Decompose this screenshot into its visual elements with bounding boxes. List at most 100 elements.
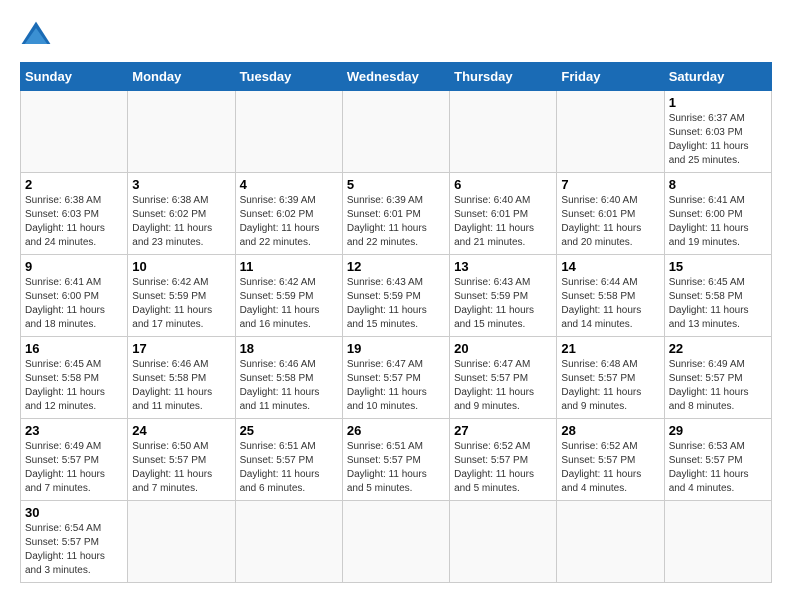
calendar-header: SundayMondayTuesdayWednesdayThursdayFrid…: [21, 63, 772, 91]
day-number: 9: [25, 259, 123, 274]
day-number: 28: [561, 423, 659, 438]
day-info: Sunrise: 6:49 AM Sunset: 5:57 PM Dayligh…: [669, 358, 767, 414]
page-header: [20, 20, 772, 52]
calendar-cell: 24 Sunrise: 6:50 AM Sunset: 5:57 PM Dayli…: [128, 419, 235, 501]
day-info: Sunrise: 6:45 AM Sunset: 5:58 PM Dayligh…: [669, 276, 767, 332]
day-number: 3: [132, 177, 230, 192]
day-number: 24: [132, 423, 230, 438]
day-number: 17: [132, 341, 230, 356]
calendar-cell: [557, 91, 664, 173]
day-number: 12: [347, 259, 445, 274]
day-number: 5: [347, 177, 445, 192]
day-number: 1: [669, 95, 767, 110]
day-info: Sunrise: 6:43 AM Sunset: 5:59 PM Dayligh…: [454, 276, 552, 332]
calendar-cell: 15 Sunrise: 6:45 AM Sunset: 5:58 PM Dayli…: [664, 255, 771, 337]
calendar-cell: 19 Sunrise: 6:47 AM Sunset: 5:57 PM Dayli…: [342, 337, 449, 419]
day-info: Sunrise: 6:47 AM Sunset: 5:57 PM Dayligh…: [454, 358, 552, 414]
calendar-cell: 26Sunrise: 6:51 AM Sunset: 5:57 PM Dayli…: [342, 419, 449, 501]
day-number: 13: [454, 259, 552, 274]
calendar-cell: 3 Sunrise: 6:38 AM Sunset: 6:02 PM Daylig…: [128, 173, 235, 255]
day-number: 29: [669, 423, 767, 438]
day-of-week-header: Saturday: [664, 63, 771, 91]
calendar-cell: 9 Sunrise: 6:41 AM Sunset: 6:00 PM Daylig…: [21, 255, 128, 337]
day-info: Sunrise: 6:50 AM Sunset: 5:57 PM Dayligh…: [132, 440, 230, 496]
calendar-cell: 2 Sunrise: 6:38 AM Sunset: 6:03 PM Daylig…: [21, 173, 128, 255]
day-number: 21: [561, 341, 659, 356]
day-info: Sunrise: 6:42 AM Sunset: 5:59 PM Dayligh…: [240, 276, 338, 332]
calendar-cell: 7 Sunrise: 6:40 AM Sunset: 6:01 PM Daylig…: [557, 173, 664, 255]
calendar-cell: [128, 501, 235, 583]
calendar-week-row: 9 Sunrise: 6:41 AM Sunset: 6:00 PM Daylig…: [21, 255, 772, 337]
day-number: 8: [669, 177, 767, 192]
calendar-cell: 5Sunrise: 6:39 AM Sunset: 6:01 PM Daylig…: [342, 173, 449, 255]
day-info: Sunrise: 6:52 AM Sunset: 5:57 PM Dayligh…: [561, 440, 659, 496]
calendar-cell: [664, 501, 771, 583]
calendar-cell: 11Sunrise: 6:42 AM Sunset: 5:59 PM Dayli…: [235, 255, 342, 337]
logo: [20, 20, 58, 52]
day-info: Sunrise: 6:44 AM Sunset: 5:58 PM Dayligh…: [561, 276, 659, 332]
day-info: Sunrise: 6:41 AM Sunset: 6:00 PM Dayligh…: [25, 276, 123, 332]
calendar-table: SundayMondayTuesdayWednesdayThursdayFrid…: [20, 62, 772, 583]
calendar-cell: 20 Sunrise: 6:47 AM Sunset: 5:57 PM Dayli…: [450, 337, 557, 419]
calendar-cell: [450, 91, 557, 173]
day-number: 18: [240, 341, 338, 356]
calendar-cell: [557, 501, 664, 583]
calendar-cell: 13 Sunrise: 6:43 AM Sunset: 5:59 PM Dayli…: [450, 255, 557, 337]
day-info: Sunrise: 6:43 AM Sunset: 5:59 PM Dayligh…: [347, 276, 445, 332]
calendar-cell: 22 Sunrise: 6:49 AM Sunset: 5:57 PM Dayli…: [664, 337, 771, 419]
day-number: 22: [669, 341, 767, 356]
day-info: Sunrise: 6:53 AM Sunset: 5:57 PM Dayligh…: [669, 440, 767, 496]
day-of-week-header: Tuesday: [235, 63, 342, 91]
calendar-cell: 21 Sunrise: 6:48 AM Sunset: 5:57 PM Dayli…: [557, 337, 664, 419]
day-info: Sunrise: 6:40 AM Sunset: 6:01 PM Dayligh…: [561, 194, 659, 250]
day-number: 25: [240, 423, 338, 438]
day-info: Sunrise: 6:38 AM Sunset: 6:02 PM Dayligh…: [132, 194, 230, 250]
day-number: 20: [454, 341, 552, 356]
calendar-cell: [342, 501, 449, 583]
day-of-week-header: Friday: [557, 63, 664, 91]
calendar-week-row: 1Sunrise: 6:37 AM Sunset: 6:03 PM Daylig…: [21, 91, 772, 173]
day-info: Sunrise: 6:40 AM Sunset: 6:01 PM Dayligh…: [454, 194, 552, 250]
day-info: Sunrise: 6:38 AM Sunset: 6:03 PM Dayligh…: [25, 194, 123, 250]
day-info: Sunrise: 6:51 AM Sunset: 5:57 PM Dayligh…: [240, 440, 338, 496]
calendar-cell: 8 Sunrise: 6:41 AM Sunset: 6:00 PM Daylig…: [664, 173, 771, 255]
day-header-row: SundayMondayTuesdayWednesdayThursdayFrid…: [21, 63, 772, 91]
day-info: Sunrise: 6:48 AM Sunset: 5:57 PM Dayligh…: [561, 358, 659, 414]
day-number: 27: [454, 423, 552, 438]
day-of-week-header: Wednesday: [342, 63, 449, 91]
calendar-cell: 1Sunrise: 6:37 AM Sunset: 6:03 PM Daylig…: [664, 91, 771, 173]
calendar-cell: [342, 91, 449, 173]
calendar-cell: 28 Sunrise: 6:52 AM Sunset: 5:57 PM Dayli…: [557, 419, 664, 501]
day-info: Sunrise: 6:47 AM Sunset: 5:57 PM Dayligh…: [347, 358, 445, 414]
day-number: 15: [669, 259, 767, 274]
day-number: 16: [25, 341, 123, 356]
day-number: 26: [347, 423, 445, 438]
day-info: Sunrise: 6:54 AM Sunset: 5:57 PM Dayligh…: [25, 522, 123, 578]
calendar-cell: 27Sunrise: 6:52 AM Sunset: 5:57 PM Dayli…: [450, 419, 557, 501]
day-number: 30: [25, 505, 123, 520]
day-of-week-header: Thursday: [450, 63, 557, 91]
calendar-cell: 30 Sunrise: 6:54 AM Sunset: 5:57 PM Dayli…: [21, 501, 128, 583]
calendar-week-row: 2 Sunrise: 6:38 AM Sunset: 6:03 PM Daylig…: [21, 173, 772, 255]
day-number: 14: [561, 259, 659, 274]
calendar-week-row: 23Sunrise: 6:49 AM Sunset: 5:57 PM Dayli…: [21, 419, 772, 501]
calendar-cell: 10Sunrise: 6:42 AM Sunset: 5:59 PM Dayli…: [128, 255, 235, 337]
calendar-cell: 23Sunrise: 6:49 AM Sunset: 5:57 PM Dayli…: [21, 419, 128, 501]
day-of-week-header: Monday: [128, 63, 235, 91]
day-number: 6: [454, 177, 552, 192]
calendar-cell: [450, 501, 557, 583]
day-info: Sunrise: 6:41 AM Sunset: 6:00 PM Dayligh…: [669, 194, 767, 250]
calendar-cell: 18 Sunrise: 6:46 AM Sunset: 5:58 PM Dayli…: [235, 337, 342, 419]
calendar-cell: [235, 91, 342, 173]
day-number: 19: [347, 341, 445, 356]
day-number: 7: [561, 177, 659, 192]
day-info: Sunrise: 6:42 AM Sunset: 5:59 PM Dayligh…: [132, 276, 230, 332]
calendar-cell: 14 Sunrise: 6:44 AM Sunset: 5:58 PM Dayli…: [557, 255, 664, 337]
day-info: Sunrise: 6:46 AM Sunset: 5:58 PM Dayligh…: [240, 358, 338, 414]
day-number: 2: [25, 177, 123, 192]
day-number: 4: [240, 177, 338, 192]
calendar-week-row: 30 Sunrise: 6:54 AM Sunset: 5:57 PM Dayli…: [21, 501, 772, 583]
calendar-cell: 16Sunrise: 6:45 AM Sunset: 5:58 PM Dayli…: [21, 337, 128, 419]
calendar-body: 1Sunrise: 6:37 AM Sunset: 6:03 PM Daylig…: [21, 91, 772, 583]
calendar-cell: 17Sunrise: 6:46 AM Sunset: 5:58 PM Dayli…: [128, 337, 235, 419]
